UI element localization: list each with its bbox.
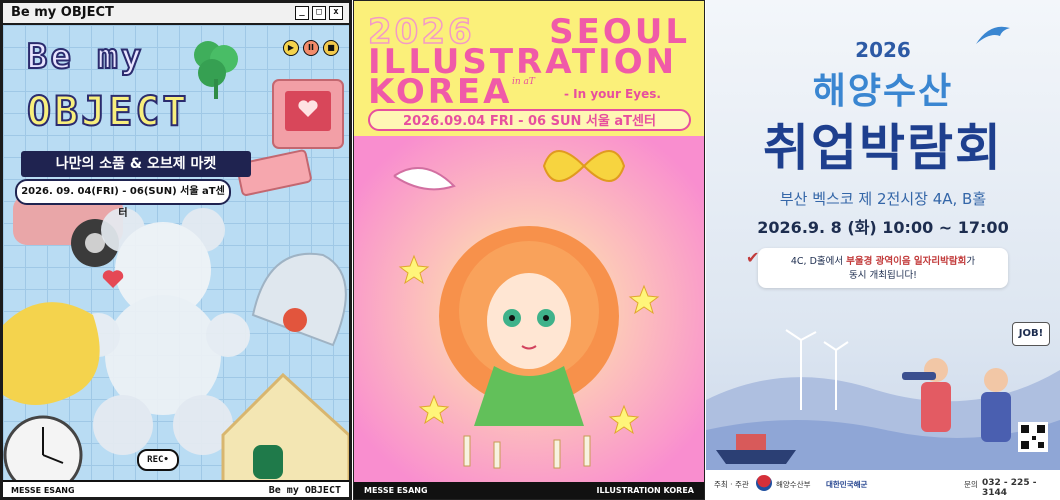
poster-subtitle: 나만의 소품 & 오브제 마켓 xyxy=(21,151,251,177)
headline-be-my: Be my xyxy=(26,36,145,78)
host-org-1: 해양수산부 xyxy=(776,480,811,489)
poster-ocean-job-fair: 2026 해양수산 취업박람회 부산 벡스코 제 2전시장 4A, B홀 202… xyxy=(706,0,1060,500)
clover-icon xyxy=(194,41,238,99)
window-title: Be my OBJECT xyxy=(11,5,114,20)
organizer-logo: MESSE ESANG xyxy=(11,486,75,495)
event-date: 2026. 09. 04(FRI) - 06(SUN) 서울 aT센터 xyxy=(15,179,231,219)
tagline: - In your Eyes. xyxy=(564,87,661,101)
maximize-icon: □ xyxy=(312,6,326,20)
person-icon xyxy=(984,368,1008,392)
minimize-icon: _ xyxy=(295,6,309,20)
footer-brand: ILLUSTRATION KOREA xyxy=(596,486,694,495)
poster-be-my-object: Be my OBJECT _ □ x Be my OBJECT 나만의 소품 &… xyxy=(0,0,352,500)
poster-footer: 주최 · 주관 해양수산부 대한민국해군 문의 032 - 225 - 3144 xyxy=(706,470,1060,500)
event-venue: 부산 벡스코 제 2전시장 4A, B홀 xyxy=(779,190,987,208)
title-korea: KOREA xyxy=(368,72,513,112)
government-emblem-icon xyxy=(756,475,772,491)
concurrent-event-notice: 4C, D홀에서 부울경 광역이음 일자리박람회가 동시 개최됩니다! xyxy=(758,248,1008,288)
event-datetime: 2026.9. 8 (화) 10:00 ~ 17:00 xyxy=(757,218,1009,237)
host-org-2: 대한민국해군 xyxy=(826,480,868,489)
yellow-blob xyxy=(3,302,100,405)
poster-footer: MESSE ESANG ILLUSTRATION KOREA xyxy=(354,482,704,499)
event-year: 2026 xyxy=(855,38,911,62)
event-date: 2026.09.04 FRI - 06 SUN 서울 aT센터 xyxy=(368,109,691,131)
poster-illustration-korea: 2026 SEOUL ILLUSTRATION KOREA in aT - In… xyxy=(353,0,705,500)
title-line-1: 해양수산 xyxy=(812,71,954,112)
girl-face xyxy=(487,273,571,369)
notice-line-2: 동시 개최됩니다! xyxy=(848,270,917,281)
contact-label: 문의 xyxy=(964,480,978,489)
qr-code xyxy=(1018,422,1048,452)
ship-icon xyxy=(716,450,796,464)
rec-badge: REC• xyxy=(137,449,179,471)
notice-text-pre: 4C, D홀에서 xyxy=(790,256,847,267)
stop-icon: ■ xyxy=(323,40,339,56)
pause-icon: II xyxy=(303,40,319,56)
notice-text-post: 가 xyxy=(966,256,976,267)
poster-footer: MESSE ESANG Be my OBJECT xyxy=(3,480,349,497)
window-titlebar: Be my OBJECT _ □ x xyxy=(3,3,349,25)
bell-icon xyxy=(251,252,347,347)
job-sign: JOB! xyxy=(1012,322,1050,346)
media-controls: ▶ II ■ xyxy=(283,40,339,56)
footer-brand: Be my OBJECT xyxy=(268,485,341,496)
in-at-label: in aT xyxy=(512,77,535,87)
notice-highlight: 부울경 광역이음 일자리박람회 xyxy=(846,256,967,267)
rec-label: REC xyxy=(147,455,164,465)
computer-icon xyxy=(236,79,344,196)
play-icon: ▶ xyxy=(283,40,299,56)
house-shape xyxy=(221,372,349,480)
contact-phone: 032 - 225 - 3144 xyxy=(982,478,1037,498)
illustration-artwork xyxy=(354,136,704,482)
harbor-illustration xyxy=(706,329,1060,470)
window-controls: _ □ x xyxy=(295,6,343,20)
organizer-logo: MESSE ESANG xyxy=(364,486,428,495)
host-label: 주최 · 주관 xyxy=(714,480,749,489)
title-line-2: 취업박람회 xyxy=(763,119,1003,177)
headline-object: OBJECT xyxy=(26,88,190,136)
close-icon: x xyxy=(329,6,343,20)
